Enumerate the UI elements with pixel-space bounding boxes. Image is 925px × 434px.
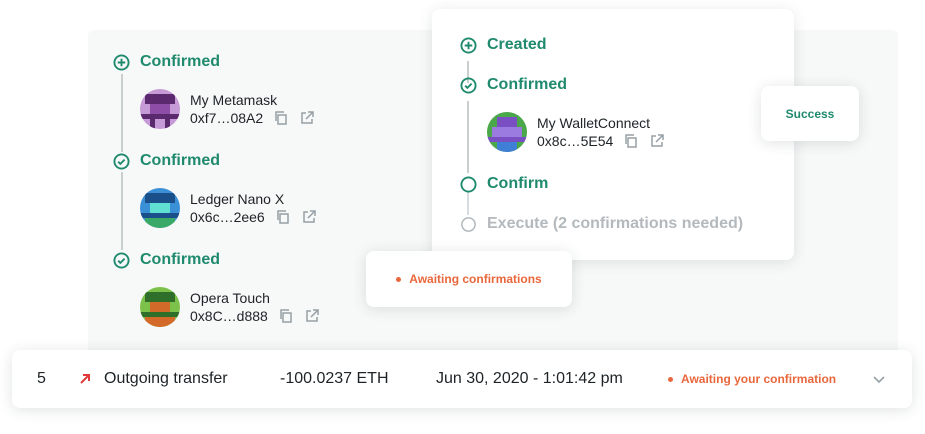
avatar: [487, 112, 527, 152]
success-badge: Success: [761, 86, 859, 141]
owner-name: My Metamask: [190, 92, 278, 108]
status-label: Confirmed: [140, 251, 220, 268]
owner-item: My WalletConnect 0x8c…5E54: [487, 112, 665, 152]
status-label: Created: [487, 36, 547, 53]
transaction-row[interactable]: 5 Outgoing transfer -100.0237 ETH Jun 30…: [12, 350, 912, 408]
status-dot-icon: [668, 376, 673, 382]
chevron-down-icon[interactable]: [872, 350, 886, 408]
external-link-icon[interactable]: [299, 110, 315, 126]
owner-item: Ledger Nano X 0x6c…2ee6: [140, 188, 317, 228]
success-label: Success: [785, 106, 835, 121]
external-link-icon[interactable]: [304, 308, 320, 324]
tx-nonce: 5: [37, 370, 46, 387]
owner-name: Ledger Nano X: [190, 191, 285, 207]
awaiting-confirmations-badge: Awaiting confirmations: [366, 251, 572, 307]
status-label: Confirmed: [487, 76, 567, 93]
timeline-connector: [121, 74, 123, 152]
tx-status: Awaiting your confirmation: [668, 350, 836, 408]
tx-status-label: Awaiting your confirmation: [681, 372, 837, 386]
copy-icon[interactable]: [275, 209, 291, 225]
status-confirm: Confirm: [460, 175, 548, 193]
status-label: Confirmed: [140, 152, 220, 169]
owner-name: My WalletConnect: [537, 115, 651, 131]
status-label: Confirmed: [140, 53, 220, 70]
check-circle-icon: [113, 251, 130, 269]
check-circle-icon: [113, 152, 130, 170]
owner-address: 0x6c…2ee6: [190, 209, 265, 225]
owner-name: Opera Touch: [190, 290, 270, 306]
status-confirmed: Confirmed: [460, 76, 567, 94]
plus-circle-icon: [113, 53, 130, 71]
awaiting-label: Awaiting confirmations: [409, 272, 542, 286]
owner-address: 0xf7…08A2: [190, 110, 264, 126]
copy-icon[interactable]: [278, 308, 294, 324]
timeline-connector: [467, 101, 469, 173]
circle-icon: [460, 216, 477, 233]
circle-icon: [460, 175, 477, 193]
status-created: Created: [460, 36, 547, 54]
outgoing-arrow-icon: [78, 350, 92, 408]
timeline-connector: [121, 172, 123, 250]
timeline-connector: [467, 191, 469, 215]
status-execute: Execute (2 confirmations needed): [460, 215, 743, 233]
status-label: Execute (2 confirmations needed): [487, 215, 744, 232]
status-dot-icon: [396, 276, 402, 282]
avatar: [140, 287, 180, 327]
transaction-timeline-card: Created Confirmed My WalletConnect 0x8c……: [432, 9, 794, 260]
status-confirmed-2: Confirmed: [113, 152, 220, 170]
plus-circle-icon: [460, 36, 477, 54]
status-label: Confirm: [487, 175, 549, 192]
external-link-icon[interactable]: [649, 133, 665, 149]
owner-address: 0x8C…d888: [190, 308, 268, 324]
tx-type: Outgoing transfer: [104, 370, 228, 387]
copy-icon[interactable]: [273, 110, 289, 126]
avatar: [140, 89, 180, 129]
status-confirmed-3: Confirmed: [113, 251, 220, 269]
owner-item: My Metamask 0xf7…08A2: [140, 89, 315, 129]
owner-address: 0x8c…5E54: [537, 133, 614, 149]
copy-icon[interactable]: [623, 133, 639, 149]
check-circle-icon: [460, 76, 477, 94]
status-confirmed-1: Confirmed: [113, 53, 220, 71]
tx-amount: -100.0237 ETH: [280, 370, 389, 387]
owner-item: Opera Touch 0x8C…d888: [140, 287, 320, 327]
tx-date: Jun 30, 2020 - 1:01:42 pm: [436, 370, 623, 387]
avatar: [140, 188, 180, 228]
external-link-icon[interactable]: [301, 209, 317, 225]
